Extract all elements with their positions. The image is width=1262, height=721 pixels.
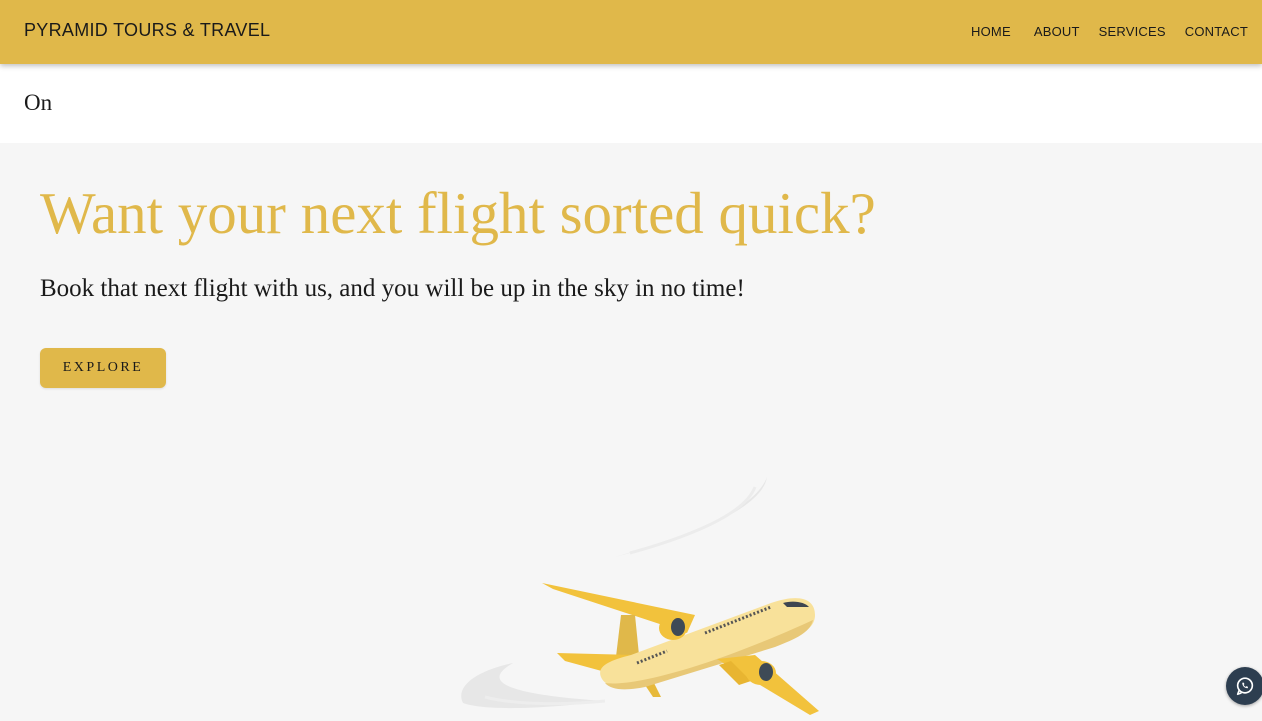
nav-contact[interactable]: CONTACT: [1185, 24, 1248, 39]
explore-button[interactable]: EXPLORE: [40, 348, 166, 388]
brand-logo[interactable]: PYRAMID TOURS & TRAVEL: [24, 20, 270, 41]
airplane-illustration: [461, 477, 819, 715]
sub-header-text: On: [24, 90, 53, 115]
nav-services[interactable]: SERVICES: [1099, 24, 1166, 39]
whatsapp-chat-button[interactable]: [1226, 667, 1262, 705]
nav-home[interactable]: HOME: [971, 24, 1011, 39]
nav-about[interactable]: ABOUT: [1034, 24, 1080, 39]
hero-subtitle: Book that next flight with us, and you w…: [40, 275, 745, 302]
hero-title: Want your next flight sorted quick?: [40, 180, 876, 246]
sub-header: On: [0, 64, 1262, 143]
hero-section: Want your next flight sorted quick? Book…: [0, 143, 1262, 721]
whatsapp-icon: [1236, 677, 1254, 696]
top-navbar: PYRAMID TOURS & TRAVEL HOME ABOUT SERVIC…: [0, 0, 1262, 64]
main-nav: HOME ABOUT SERVICES CONTACT: [971, 24, 1248, 39]
